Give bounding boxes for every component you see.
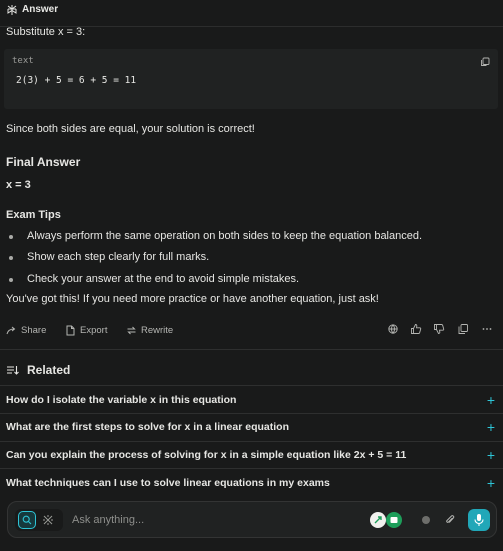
- divider: [0, 349, 503, 350]
- plus-icon[interactable]: +: [485, 392, 497, 408]
- plus-icon[interactable]: +: [485, 447, 497, 463]
- tip-item: Always perform the same operation on bot…: [27, 230, 423, 242]
- search-mode-button[interactable]: [18, 511, 36, 529]
- header-title: Answer: [22, 4, 59, 15]
- more-icon[interactable]: [481, 323, 493, 335]
- code-block: text 2(3) + 5 = 6 + 5 = 11: [4, 49, 498, 109]
- top-bar: Answer: [0, 0, 503, 27]
- copy-icon[interactable]: [480, 57, 490, 67]
- export-icon: [66, 325, 75, 335]
- copy-icon[interactable]: [457, 323, 469, 335]
- record-icon[interactable]: [419, 513, 433, 527]
- globe-icon[interactable]: [387, 323, 399, 335]
- export-button[interactable]: Export: [65, 323, 107, 337]
- related-question-text: What are the first steps to solve for x …: [6, 420, 289, 433]
- related-question-text: Can you explain the process of solving f…: [6, 448, 407, 461]
- rewrite-label: Rewrite: [141, 324, 174, 336]
- related-question[interactable]: How do I isolate the variable x in this …: [6, 386, 497, 413]
- final-answer-value: x = 3: [6, 179, 31, 191]
- code-language-label: text: [12, 56, 34, 66]
- app-icon-white: [370, 512, 386, 528]
- related-heading-label: Related: [27, 363, 71, 377]
- attach-icon[interactable]: [443, 513, 457, 527]
- bullet-dot: [9, 235, 13, 239]
- rewrite-icon: [127, 326, 136, 334]
- tip-item: Show each step clearly for full marks.: [27, 251, 210, 263]
- voice-button[interactable]: [468, 509, 490, 531]
- related-question-text: How do I isolate the variable x in this …: [6, 393, 237, 406]
- share-button[interactable]: Share: [6, 323, 46, 337]
- export-label: Export: [80, 324, 108, 336]
- share-label: Share: [21, 324, 47, 336]
- substitute-line: Substitute x = 3:: [6, 26, 86, 38]
- tip-item: Check your answer at the end to avoid si…: [27, 273, 300, 285]
- related-question[interactable]: What techniques can I use to solve linea…: [6, 469, 497, 496]
- app-icon-green: [386, 512, 402, 528]
- related-heading: Related: [6, 363, 70, 377]
- search-mode-toggle[interactable]: [15, 509, 63, 531]
- bullet-dot: [9, 278, 13, 282]
- closing-text: You've got this! If you need more practi…: [6, 293, 379, 305]
- related-list-icon: [7, 366, 19, 375]
- rewrite-button[interactable]: Rewrite: [126, 323, 173, 337]
- plus-icon[interactable]: +: [485, 419, 497, 435]
- code-content: 2(3) + 5 = 6 + 5 = 11: [16, 75, 137, 86]
- ask-input[interactable]: [72, 512, 272, 528]
- related-question[interactable]: Can you explain the process of solving f…: [6, 441, 497, 468]
- final-answer-heading: Final Answer: [6, 155, 81, 169]
- thumbs-up-icon[interactable]: [410, 323, 422, 335]
- verify-text: Since both sides are equal, your solutio…: [6, 123, 255, 135]
- connected-apps[interactable]: [370, 512, 404, 528]
- thumbs-down-icon[interactable]: [433, 323, 445, 335]
- plus-icon[interactable]: +: [485, 475, 497, 491]
- share-icon: [6, 326, 16, 334]
- search-icon: [22, 515, 32, 525]
- related-question[interactable]: What are the first steps to solve for x …: [6, 413, 497, 440]
- microphone-icon: [474, 514, 484, 526]
- ask-bar: [7, 501, 497, 538]
- perplexity-logo-icon: [7, 5, 17, 15]
- related-question-text: What techniques can I use to solve linea…: [6, 476, 330, 489]
- research-mode-icon[interactable]: [41, 513, 55, 527]
- bullet-dot: [9, 256, 13, 260]
- exam-tips-heading: Exam Tips: [6, 209, 61, 221]
